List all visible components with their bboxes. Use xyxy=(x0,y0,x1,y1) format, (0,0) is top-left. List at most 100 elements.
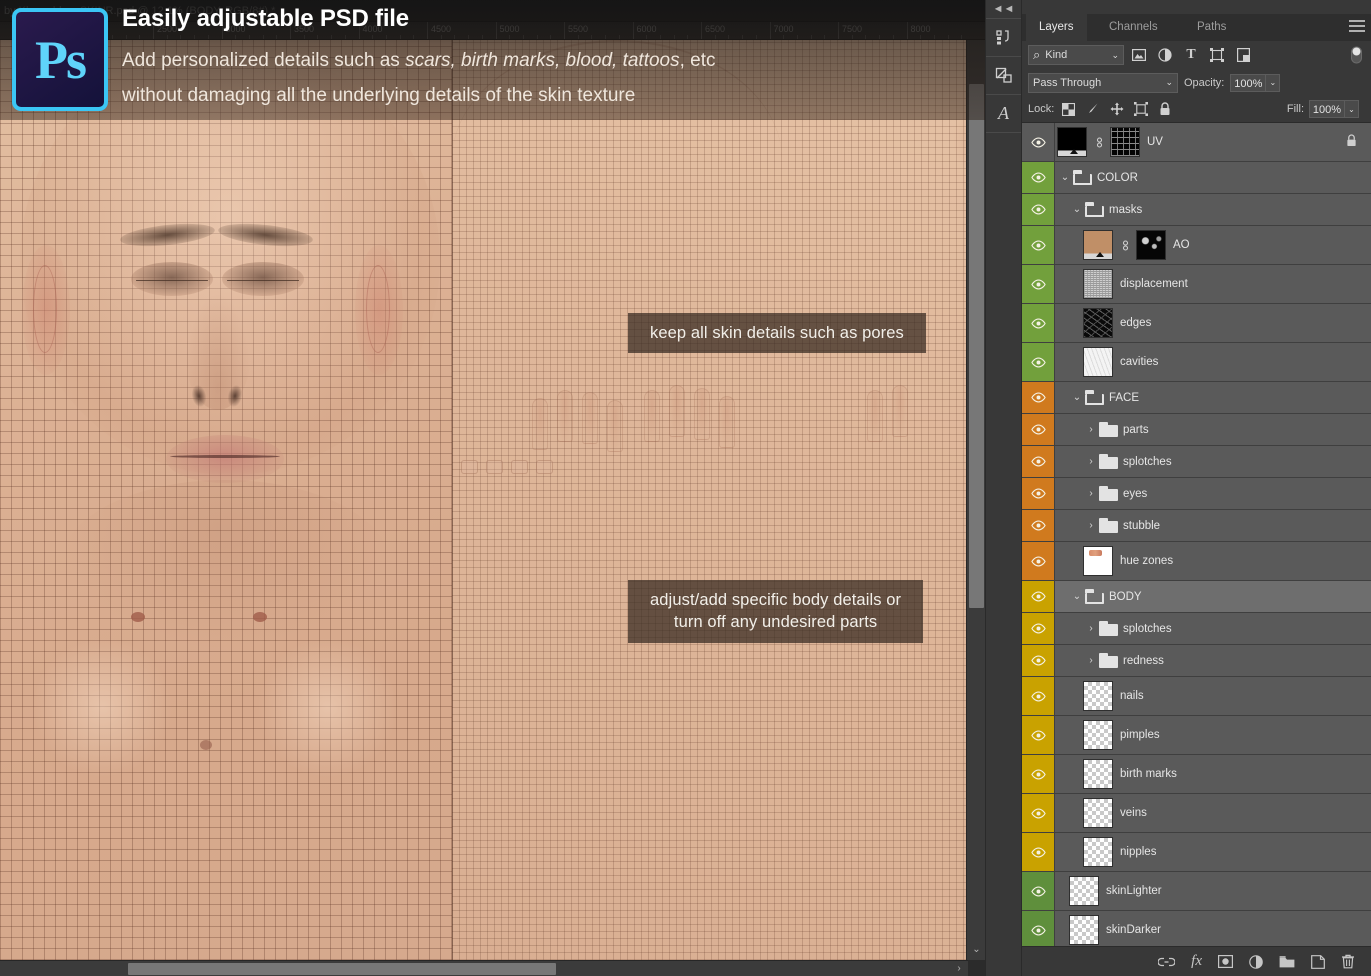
layer-row-body[interactable]: ⌄ COLOR xyxy=(1054,162,1371,193)
blend-mode-select[interactable]: Pass Through ⌄ xyxy=(1028,72,1178,93)
layer-name[interactable]: splotches xyxy=(1123,623,1172,635)
chevron-down-icon[interactable]: ⌄ xyxy=(1069,591,1085,602)
tab-channels[interactable]: Channels xyxy=(1096,14,1171,41)
filter-enable-toggle[interactable] xyxy=(1350,45,1363,65)
character-panel-icon[interactable]: A xyxy=(986,94,1021,132)
chevron-right-icon[interactable]: › xyxy=(1083,623,1099,634)
layer-thumbnail[interactable] xyxy=(1083,347,1113,377)
layer-row-body[interactable]: › eyes xyxy=(1054,478,1371,509)
fill-input[interactable]: 100% xyxy=(1309,100,1345,118)
lock-position-icon[interactable] xyxy=(1107,100,1126,119)
layer-name[interactable]: nipples xyxy=(1120,846,1156,858)
layer-row[interactable]: › stubble xyxy=(1022,510,1371,542)
chevron-down-icon[interactable]: ⌄ xyxy=(1069,392,1085,403)
chevron-right-icon[interactable]: › xyxy=(1083,655,1099,666)
layer-thumbnail[interactable] xyxy=(1057,127,1087,157)
layer-name[interactable]: cavities xyxy=(1120,356,1158,368)
layer-thumbnail[interactable] xyxy=(1083,798,1113,828)
layer-thumbnail[interactable] xyxy=(1083,759,1113,789)
tab-layers[interactable]: Layers xyxy=(1026,14,1087,41)
pixel-filter-icon[interactable] xyxy=(1128,45,1150,65)
chevron-right-icon[interactable]: › xyxy=(1083,456,1099,467)
layer-visibility-toggle[interactable] xyxy=(1022,265,1054,303)
delete-layer-button[interactable] xyxy=(1341,954,1355,969)
layer-row[interactable]: cavities xyxy=(1022,343,1371,382)
layer-name[interactable]: redness xyxy=(1123,655,1164,667)
lock-transparent-pixels-icon[interactable] xyxy=(1059,100,1078,119)
new-group-button[interactable] xyxy=(1279,955,1295,968)
layer-visibility-toggle[interactable] xyxy=(1022,794,1054,832)
layer-row[interactable]: nipples xyxy=(1022,833,1371,872)
chevron-right-icon[interactable]: › xyxy=(1083,520,1099,531)
smartobject-filter-icon[interactable] xyxy=(1232,45,1254,65)
new-layer-button[interactable] xyxy=(1311,954,1325,969)
history-panel-icon[interactable] xyxy=(986,18,1021,56)
layer-visibility-toggle[interactable] xyxy=(1022,677,1054,715)
layer-mask-thumbnail[interactable] xyxy=(1110,127,1140,157)
adjustment-filter-icon[interactable] xyxy=(1154,45,1176,65)
panel-menu-icon[interactable] xyxy=(1349,20,1365,34)
layer-row[interactable]: nails xyxy=(1022,677,1371,716)
fill-stepper-icon[interactable]: ⌄ xyxy=(1345,100,1359,118)
layer-visibility-toggle[interactable] xyxy=(1022,194,1054,225)
layer-row-body[interactable]: nipples xyxy=(1054,833,1371,871)
canvas-viewport[interactable]: keep all skin details such as pores adju… xyxy=(0,40,968,960)
layer-row[interactable]: edges xyxy=(1022,304,1371,343)
layer-name[interactable]: stubble xyxy=(1123,520,1160,532)
layer-name[interactable]: skinDarker xyxy=(1106,924,1161,936)
layer-visibility-toggle[interactable] xyxy=(1022,123,1054,161)
adjustments-panel-icon[interactable] xyxy=(986,56,1021,94)
layer-visibility-toggle[interactable] xyxy=(1022,304,1054,342)
canvas-horizontal-scrollbar[interactable]: › xyxy=(0,960,968,976)
layer-row-body[interactable]: skinDarker xyxy=(1054,911,1371,946)
layer-name[interactable]: masks xyxy=(1109,204,1142,216)
collapse-panels-icon[interactable]: ◄◄ xyxy=(986,0,1021,18)
layer-row[interactable]: › eyes xyxy=(1022,478,1371,510)
layer-visibility-toggle[interactable] xyxy=(1022,478,1054,509)
layer-name[interactable]: birth marks xyxy=(1120,768,1177,780)
layer-thumbnail[interactable] xyxy=(1069,915,1099,945)
layer-row[interactable]: pimples xyxy=(1022,716,1371,755)
layer-thumbnail[interactable] xyxy=(1083,681,1113,711)
chevron-down-icon[interactable]: ⌄ xyxy=(1069,204,1085,215)
layer-row[interactable]: skinDarker xyxy=(1022,911,1371,946)
layer-name[interactable]: edges xyxy=(1120,317,1151,329)
layer-row-body[interactable]: ⌄ BODY xyxy=(1054,581,1371,612)
layer-row-body[interactable]: edges xyxy=(1054,304,1371,342)
opacity-input[interactable]: 100% xyxy=(1230,73,1267,92)
chevron-down-icon[interactable]: ⌄ xyxy=(1057,172,1073,183)
filter-kind-select[interactable]: ⌕ Kind ⌄ xyxy=(1028,45,1124,65)
layer-visibility-toggle[interactable] xyxy=(1022,343,1054,381)
layer-row[interactable]: veins xyxy=(1022,794,1371,833)
layer-name[interactable]: COLOR xyxy=(1097,172,1138,184)
layer-row-body[interactable]: ⌄ FACE xyxy=(1054,382,1371,413)
layer-thumbnail[interactable] xyxy=(1083,720,1113,750)
chevron-right-icon[interactable]: › xyxy=(1083,424,1099,435)
layer-visibility-toggle[interactable] xyxy=(1022,581,1054,612)
type-filter-icon[interactable]: T xyxy=(1180,45,1202,65)
scroll-right-icon[interactable]: › xyxy=(952,961,966,976)
layer-row-body[interactable]: UV xyxy=(1054,123,1371,161)
layer-visibility-toggle[interactable] xyxy=(1022,613,1054,644)
layer-name[interactable]: displacement xyxy=(1120,278,1188,290)
layer-name[interactable]: FACE xyxy=(1109,392,1139,404)
layer-row[interactable]: UV xyxy=(1022,123,1371,162)
layer-row-body[interactable]: › redness xyxy=(1054,645,1371,676)
layer-row[interactable]: birth marks xyxy=(1022,755,1371,794)
layer-row-body[interactable]: › splotches xyxy=(1054,446,1371,477)
layer-row-body[interactable]: birth marks xyxy=(1054,755,1371,793)
layer-thumbnail[interactable] xyxy=(1083,546,1113,576)
layer-row-body[interactable]: AO xyxy=(1054,226,1371,264)
layer-row-body[interactable]: ⌄ masks xyxy=(1054,194,1371,225)
layer-name[interactable]: eyes xyxy=(1123,488,1147,500)
lock-artboard-icon[interactable] xyxy=(1131,100,1150,119)
layer-name[interactable]: nails xyxy=(1120,690,1144,702)
layer-row[interactable]: › redness xyxy=(1022,645,1371,677)
layer-row[interactable]: ⌄ masks xyxy=(1022,194,1371,226)
layer-visibility-toggle[interactable] xyxy=(1022,542,1054,580)
adjustment-layer-button[interactable] xyxy=(1249,954,1263,969)
layer-thumbnail[interactable] xyxy=(1083,269,1113,299)
layer-visibility-toggle[interactable] xyxy=(1022,911,1054,946)
layer-row-body[interactable]: › stubble xyxy=(1054,510,1371,541)
lock-all-icon[interactable] xyxy=(1155,100,1174,119)
